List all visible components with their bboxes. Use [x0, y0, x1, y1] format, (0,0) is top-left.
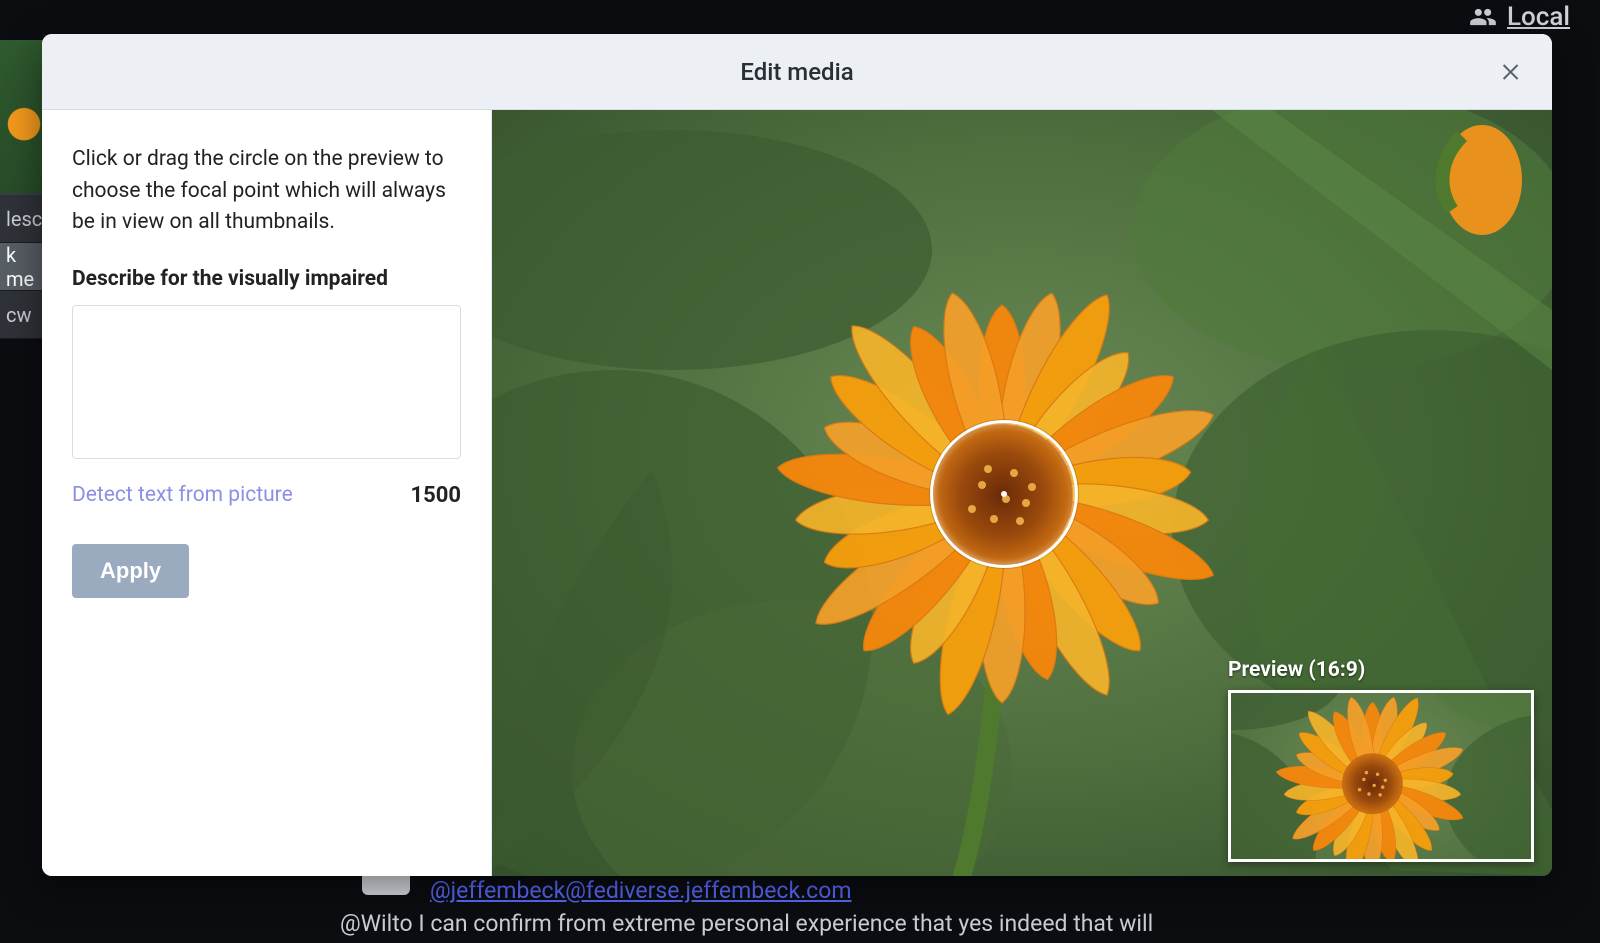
local-link[interactable]: Local [1507, 2, 1570, 32]
compose-sidebar-fragment: lescr k me cw [0, 40, 48, 339]
preview-label: Preview (16:9) [1228, 658, 1534, 682]
sidebar-row: lescr [0, 195, 48, 243]
timeline-post-fragment: @jeffembeck@fediverse.jeffembeck.com @Wi… [340, 877, 1580, 937]
edit-media-modal: Edit media Click or drag the circle on t… [42, 34, 1552, 876]
post-body-fragment: @Wilto I can confirm from extreme person… [340, 910, 1580, 937]
close-button[interactable] [1494, 54, 1530, 90]
apply-button[interactable]: Apply [72, 544, 189, 598]
detect-text-link[interactable]: Detect text from picture [72, 483, 293, 507]
focal-point-center-dot [1001, 491, 1007, 497]
media-preview-area[interactable]: Preview (16:9) [492, 110, 1552, 876]
media-edit-form: Click or drag the circle on the preview … [42, 110, 492, 876]
description-input[interactable] [72, 305, 461, 459]
focal-point-instructions: Click or drag the circle on the preview … [72, 144, 461, 239]
focal-point-handle[interactable] [930, 420, 1078, 568]
users-icon [1469, 3, 1497, 31]
thumbnail-preview: Preview (16:9) [1228, 658, 1534, 862]
sidebar-row: cw [0, 291, 48, 339]
character-count: 1500 [411, 483, 462, 508]
user-handle[interactable]: @jeffembeck@fediverse.jeffembeck.com [430, 877, 852, 904]
modal-title: Edit media [740, 58, 853, 86]
preview-frame [1228, 690, 1534, 862]
preview-image [1231, 693, 1531, 859]
attached-media-thumbnail [0, 40, 48, 195]
sidebar-row: k me [0, 243, 48, 291]
description-label: Describe for the visually impaired [72, 267, 461, 291]
close-icon [1500, 60, 1524, 84]
modal-header: Edit media [42, 34, 1552, 110]
timeline-scope-local[interactable]: Local [1469, 0, 1570, 32]
